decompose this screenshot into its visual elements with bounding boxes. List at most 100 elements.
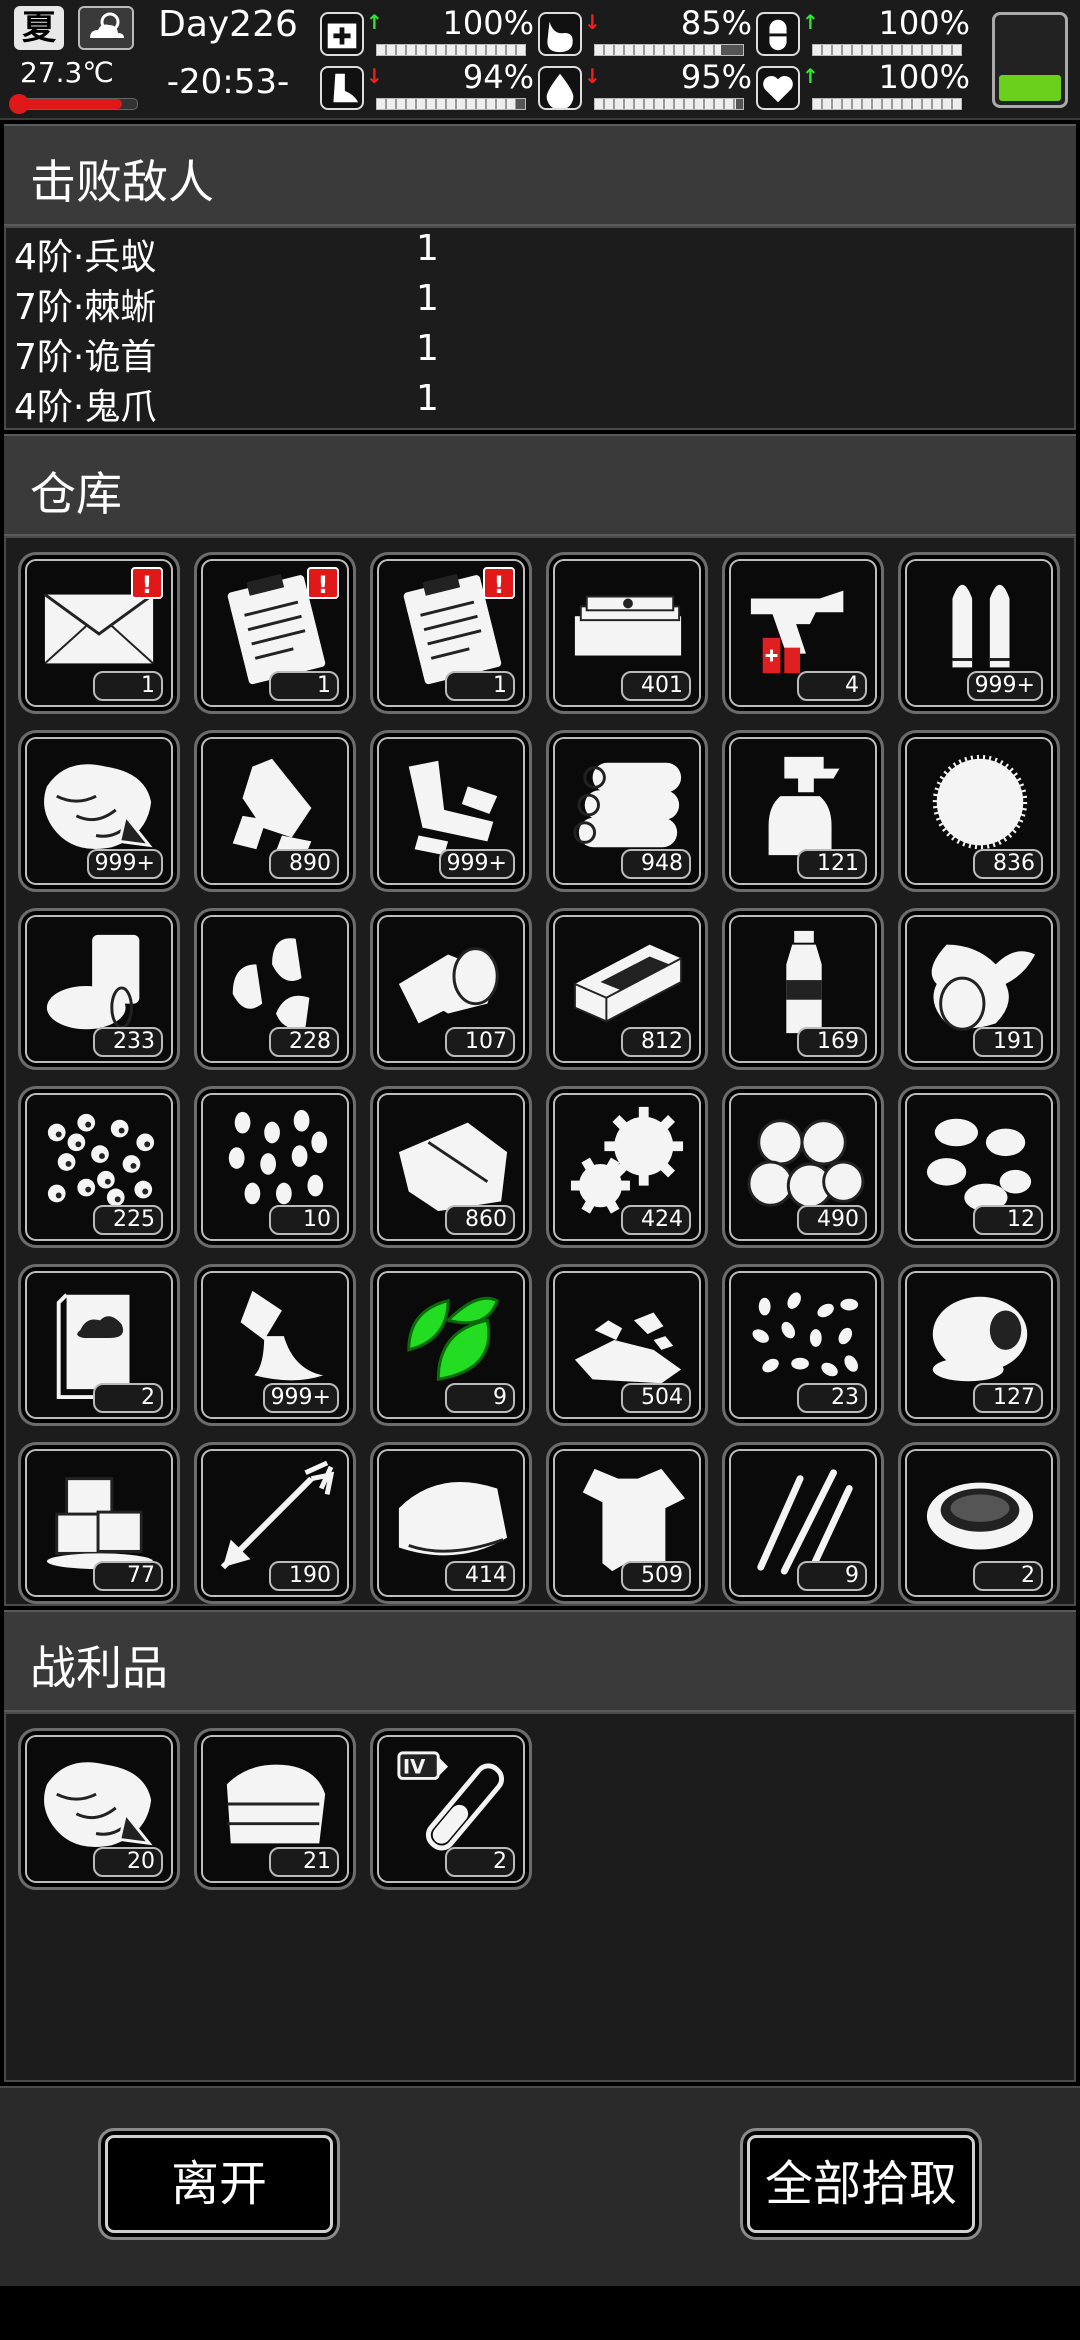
stat-hunger: ↓ 85% <box>538 4 758 60</box>
item-count: 1 <box>93 671 163 701</box>
stat-bar-fill <box>813 45 961 55</box>
item-slot[interactable]: 127 <box>898 1264 1060 1426</box>
item-count: 169 <box>797 1027 867 1057</box>
item-slot[interactable]: 860 <box>370 1086 532 1248</box>
folded-cloth-icon <box>226 1764 326 1844</box>
item-slot[interactable]: ! 1 <box>370 552 532 714</box>
stat-thirst: ↓ 95% <box>538 58 758 114</box>
item-slot[interactable]: 12 <box>898 1086 1060 1248</box>
item-slot[interactable]: 20 <box>18 1728 180 1890</box>
item-count: 21 <box>269 1847 339 1877</box>
stat-bar <box>376 44 526 56</box>
item-slot[interactable]: 999+ <box>370 730 532 892</box>
item-slot[interactable]: 836 <box>898 730 1060 892</box>
svg-text:IV: IV <box>403 1756 426 1779</box>
item-slot[interactable]: 9 <box>722 1442 884 1604</box>
leave-button[interactable]: 离开 <box>98 2128 340 2240</box>
stat-value: 95% <box>680 58 752 96</box>
powder-icon <box>240 1290 324 1381</box>
storage-grid: ! 1! 1! 1 401 4 999+ 999+ 890 999+ 948 121 836 233 228… <box>4 536 1076 1606</box>
heart-icon <box>756 66 800 110</box>
stat-bar <box>376 98 526 110</box>
item-slot[interactable]: 10 <box>194 1086 356 1248</box>
arrow-icon <box>220 1460 335 1570</box>
item-count: 890 <box>269 849 339 879</box>
item-count: 1 <box>269 671 339 701</box>
loot-title: 战利品 <box>30 1641 168 1695</box>
item-slot[interactable]: 490 <box>722 1086 884 1248</box>
bandage-roll-icon <box>398 947 499 1024</box>
item-slot[interactable]: 190 <box>194 1442 356 1604</box>
item-slot[interactable]: 121 <box>722 730 884 892</box>
item-slot[interactable]: 812 <box>546 908 708 1070</box>
status-bar: 夏 27.3℃ Day226 -20:53- ↑ 100% ↓ 85% ↑ 100% ↓ 94… <box>0 0 1080 120</box>
item-count: 228 <box>269 1027 339 1057</box>
item-count: 4 <box>797 671 867 701</box>
item-slot[interactable]: 23 <box>722 1264 884 1426</box>
trend-up-icon: ↑ <box>802 10 819 34</box>
system-nav-area <box>0 2286 1080 2340</box>
item-slot[interactable]: IV 2 <box>370 1728 532 1890</box>
item-slot[interactable]: 225 <box>18 1086 180 1248</box>
enemy-row: 4阶·兵蚁 1 <box>14 228 614 278</box>
item-slot[interactable]: 890 <box>194 730 356 892</box>
item-slot[interactable]: 414 <box>370 1442 532 1604</box>
item-slot[interactable]: 2 <box>18 1264 180 1426</box>
stat-bar-fill <box>813 99 961 109</box>
pill-icon <box>756 12 800 56</box>
item-slot[interactable]: 233 <box>18 908 180 1070</box>
cash-stack-icon <box>574 595 682 656</box>
test-tube-icon: IV <box>397 1751 505 1851</box>
stat-bar-fill <box>377 99 517 109</box>
item-slot[interactable]: 107 <box>370 908 532 1070</box>
stat-stamina: ↑ 100% <box>756 4 976 60</box>
item-slot[interactable]: 948 <box>546 730 708 892</box>
item-slot[interactable]: 424 <box>546 1086 708 1248</box>
item-slot[interactable]: 509 <box>546 1442 708 1604</box>
item-slot[interactable]: 999+ <box>194 1264 356 1426</box>
item-slot[interactable]: 228 <box>194 908 356 1070</box>
item-count: 20 <box>93 1847 163 1877</box>
item-slot[interactable]: ! 1 <box>194 552 356 714</box>
flare-gun-icon <box>750 590 844 674</box>
item-slot[interactable]: 4 <box>722 552 884 714</box>
pickup-all-button[interactable]: 全部拾取 <box>740 2128 982 2240</box>
logs-icon <box>573 762 682 848</box>
item-slot[interactable]: 191 <box>898 908 1060 1070</box>
stat-bar <box>594 44 744 56</box>
item-slot[interactable]: 77 <box>18 1442 180 1604</box>
enemy-count: 1 <box>416 228 439 269</box>
item-count: 9 <box>797 1561 867 1591</box>
stat-value: 100% <box>878 4 970 42</box>
item-slot[interactable]: ! 1 <box>18 552 180 714</box>
item-count: 233 <box>93 1027 163 1057</box>
stat-value: 100% <box>878 58 970 96</box>
trend-down-icon: ↓ <box>584 64 601 88</box>
loot-header: 战利品 <box>4 1610 1076 1712</box>
item-count: 999+ <box>438 849 515 879</box>
item-slot[interactable]: 9 <box>370 1264 532 1426</box>
scrap-metal-icon <box>408 760 498 856</box>
stat-bar <box>812 44 962 56</box>
stat-value: 85% <box>680 4 752 42</box>
item-slot[interactable]: 504 <box>546 1264 708 1426</box>
battery-icon[interactable] <box>992 12 1068 108</box>
item-slot[interactable]: 999+ <box>898 552 1060 714</box>
item-slot[interactable]: 169 <box>722 908 884 1070</box>
medkit-icon <box>320 12 364 56</box>
item-slot[interactable]: 999+ <box>18 730 180 892</box>
battery-fill <box>999 74 1061 101</box>
trend-down-icon: ↓ <box>584 10 601 34</box>
item-slot[interactable]: 401 <box>546 552 708 714</box>
item-slot[interactable]: 21 <box>194 1728 356 1890</box>
loot-grid: 20 21 IV 2 <box>4 1712 1076 2082</box>
item-count: 948 <box>621 849 691 879</box>
trend-up-icon: ↑ <box>802 64 819 88</box>
item-count: 9 <box>445 1383 515 1413</box>
stat-value: 100% <box>442 4 534 42</box>
potatoes-icon <box>747 1119 865 1209</box>
gears-icon <box>570 1106 684 1214</box>
item-count: 12 <box>973 1205 1043 1235</box>
item-count: 127 <box>973 1383 1043 1413</box>
item-slot[interactable]: 2 <box>898 1442 1060 1604</box>
